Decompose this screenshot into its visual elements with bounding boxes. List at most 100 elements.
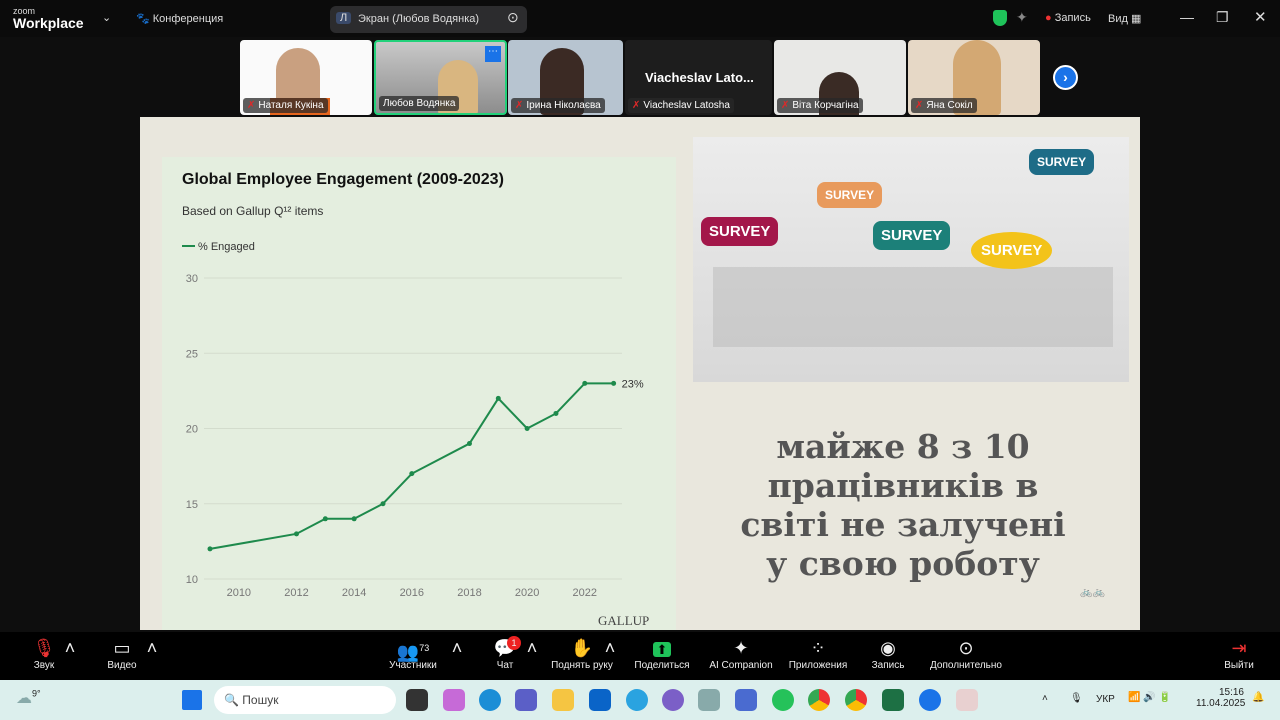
minimize-button[interactable]: — bbox=[1180, 9, 1194, 25]
chat-button[interactable]: 💬 Чат 1 bbox=[488, 632, 522, 680]
y-tick-label: 15 bbox=[186, 499, 198, 511]
more-button[interactable]: ⊙ Дополнительно bbox=[924, 632, 1008, 680]
excel-icon[interactable] bbox=[882, 689, 904, 711]
next-page-arrow-icon[interactable]: › bbox=[1053, 65, 1078, 90]
quote-line: у свою роботу bbox=[766, 544, 1040, 583]
participant-display-name: Viacheslav Lato... bbox=[645, 70, 754, 85]
data-point bbox=[611, 380, 617, 386]
teams-icon[interactable] bbox=[515, 689, 537, 711]
leave-label: Выйти bbox=[1224, 660, 1254, 671]
ai-companion-button[interactable]: ✦ AI Companion bbox=[706, 632, 776, 680]
participant-tile[interactable]: ✗ Яна Сокіл bbox=[908, 40, 1040, 115]
chrome-icon[interactable] bbox=[808, 689, 830, 711]
data-point bbox=[553, 410, 559, 416]
app-icon[interactable] bbox=[406, 689, 428, 711]
language-indicator[interactable]: УКР bbox=[1096, 694, 1115, 705]
x-tick-label: 2020 bbox=[515, 587, 539, 599]
audio-options-caret[interactable]: ˄ bbox=[62, 632, 78, 680]
recording-indicator[interactable]: ● Запись bbox=[1045, 12, 1091, 24]
raise-hand-caret[interactable]: ˄ bbox=[602, 632, 618, 680]
tile-more-button[interactable]: ⋯ bbox=[485, 46, 501, 62]
close-button[interactable]: ✕ bbox=[1254, 8, 1267, 26]
mic-muted-icon: ✗ bbox=[915, 100, 924, 111]
x-tick-label: 2014 bbox=[342, 587, 366, 599]
data-point bbox=[495, 395, 501, 401]
telegram-icon[interactable] bbox=[626, 689, 648, 711]
survey-sign: SURVEY bbox=[701, 217, 779, 246]
engagement-line-chart: Global Employee Engagement (2009-2023) B… bbox=[182, 171, 649, 628]
chart-title: Global Employee Engagement (2009-2023) bbox=[182, 171, 504, 188]
screen-share-label: Экран (Любов Водянка) bbox=[358, 13, 480, 25]
ai-sparkle-icon[interactable]: ✦ bbox=[1016, 9, 1028, 26]
outlook-icon[interactable] bbox=[589, 689, 611, 711]
audio-button[interactable]: 🎙 Звук bbox=[24, 632, 64, 680]
share-label: Поделиться bbox=[634, 660, 690, 671]
app-icon[interactable] bbox=[735, 689, 757, 711]
participant-tile[interactable]: ✗ Віта Корчагіна bbox=[774, 40, 906, 115]
security-shield-icon[interactable] bbox=[993, 10, 1007, 26]
whatsapp-icon[interactable] bbox=[772, 689, 794, 711]
zoom-logo: Workplace bbox=[13, 15, 84, 31]
participant-name: ✗ Яна Сокіл bbox=[911, 98, 977, 113]
grid-icon: ▦ bbox=[1130, 13, 1142, 25]
file-explorer-icon[interactable] bbox=[552, 689, 574, 711]
participants-count: 73 bbox=[419, 643, 430, 653]
meeting-label: Конференция bbox=[152, 13, 224, 25]
notifications-icon[interactable]: 🔔 bbox=[1252, 692, 1264, 703]
chart-subtitle: Based on Gallup Q¹² items bbox=[182, 204, 323, 218]
participant-name: ✗ Віта Корчагіна bbox=[777, 98, 863, 113]
windows-start-icon[interactable] bbox=[182, 690, 202, 710]
record-icon: ◉ bbox=[880, 638, 896, 658]
clock[interactable]: 15:16 11.04.2025 bbox=[1196, 687, 1245, 709]
participant-tile[interactable]: ✗ Ірина Ніколаєва bbox=[508, 40, 623, 115]
leave-button[interactable]: ⇥ Выйти bbox=[1220, 632, 1258, 680]
screen-share-pill[interactable]: Л Экран (Любов Водянка) ⊙ bbox=[330, 6, 527, 33]
participant-tile[interactable]: ✗ Наталя Кукіна bbox=[240, 40, 372, 115]
chat-label: Чат bbox=[496, 660, 514, 671]
share-button[interactable]: ⬆ Поделиться bbox=[630, 632, 694, 680]
more-label: Дополнительно bbox=[930, 660, 1002, 671]
copilot-icon[interactable] bbox=[443, 689, 465, 711]
time: 15:16 bbox=[1218, 687, 1244, 698]
shared-slide: Global Employee Engagement (2009-2023) B… bbox=[140, 117, 1140, 630]
view-label: Вид bbox=[1108, 13, 1128, 25]
edge-icon[interactable] bbox=[479, 689, 501, 711]
zoom-icon[interactable] bbox=[919, 689, 941, 711]
video-options-caret[interactable]: ˄ bbox=[144, 632, 160, 680]
sparkle-icon: ✦ bbox=[733, 638, 749, 658]
restore-button[interactable]: ❐ bbox=[1216, 9, 1229, 26]
more-options-icon[interactable]: ⊙ bbox=[507, 9, 519, 26]
mic-muted-icon: ✗ bbox=[781, 100, 790, 111]
snipping-tool-icon[interactable] bbox=[956, 689, 978, 711]
search-icon: 🔍 bbox=[224, 693, 239, 707]
apps-button[interactable]: ⁘ Приложения bbox=[784, 632, 852, 680]
viber-icon[interactable] bbox=[662, 689, 684, 711]
survey-sign: SURVEY bbox=[873, 221, 951, 250]
weather-icon[interactable]: ☁9° bbox=[16, 688, 41, 708]
x-tick-label: 2012 bbox=[284, 587, 308, 599]
participant-tile-active-speaker[interactable]: ⋯ Любов Водянка bbox=[374, 40, 507, 115]
participant-tile[interactable]: Viacheslav Lato... ✗ Viacheslav Latosha bbox=[625, 40, 772, 115]
apps-label: Приложения bbox=[788, 660, 848, 671]
mic-tray-icon[interactable]: 🎙 bbox=[1070, 693, 1083, 704]
meeting-menu[interactable]: 🐾 Конференция bbox=[136, 12, 223, 25]
source-label: GALLUP bbox=[598, 613, 649, 628]
tray-expand-icon[interactable]: ˄ bbox=[1042, 693, 1048, 704]
chrome-icon[interactable] bbox=[845, 689, 867, 711]
legend-label: % Engaged bbox=[198, 241, 255, 253]
quote-line: майже 8 з 10 bbox=[776, 427, 1030, 466]
chevron-down-icon[interactable]: ⌄ bbox=[102, 11, 111, 24]
data-point bbox=[466, 441, 472, 447]
record-button[interactable]: ◉ Запись bbox=[866, 632, 910, 680]
video-button[interactable]: ▭ Видео bbox=[100, 632, 144, 680]
view-button[interactable]: Вид ▦ bbox=[1108, 12, 1141, 25]
participants-caret[interactable]: ˄ bbox=[449, 632, 465, 680]
participants-button[interactable]: 👥73 Участники bbox=[382, 632, 444, 680]
x-tick-label: 2010 bbox=[227, 587, 251, 599]
wifi-volume-battery-icons[interactable]: 📶 🔊 🔋 bbox=[1128, 692, 1171, 703]
mic-muted-icon: ✗ bbox=[632, 100, 641, 111]
taskbar-search-input[interactable]: 🔍 Пошук bbox=[214, 686, 396, 714]
x-tick-label: 2016 bbox=[400, 587, 424, 599]
chatgpt-icon[interactable] bbox=[698, 689, 720, 711]
chat-caret[interactable]: ˄ bbox=[524, 632, 540, 680]
